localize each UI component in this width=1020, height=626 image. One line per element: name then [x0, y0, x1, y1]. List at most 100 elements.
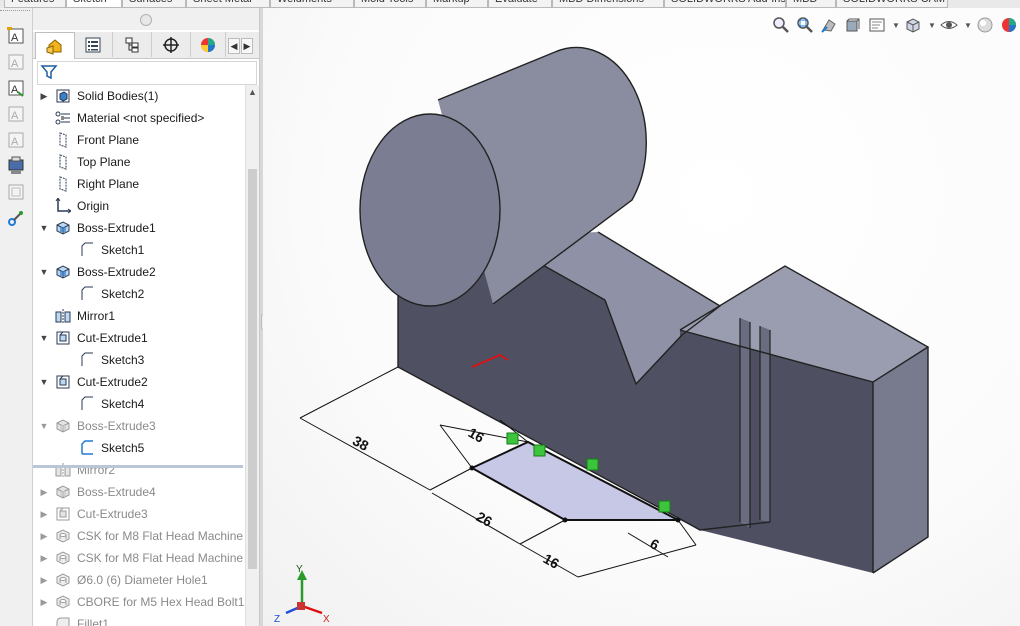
scroll-up-icon[interactable]: ▲ [246, 85, 259, 99]
command-tab-mbd[interactable]: MBD [786, 0, 836, 8]
boss-extrude-icon [55, 220, 71, 236]
expand-arrow-icon[interactable]: ▶ [39, 547, 49, 569]
collapse-arrow-icon[interactable]: ▼ [39, 327, 49, 349]
tree-item-front-plane[interactable]: Front Plane [33, 129, 245, 151]
expand-arrow-icon[interactable]: ▶ [39, 481, 49, 503]
svg-text:A: A [11, 32, 19, 44]
expand-arrow-icon[interactable]: ▶ [39, 591, 49, 613]
tree-item-boss-extrude4[interactable]: ▶ Boss-Extrude4 [33, 481, 245, 503]
configuration-manager-icon [125, 37, 139, 52]
collapse-arrow-icon[interactable]: ▼ [39, 415, 49, 437]
tree-item-label: Boss-Extrude1 [77, 221, 156, 235]
command-tab-surfaces[interactable]: Surfaces [122, 0, 186, 8]
tab-scroll-right[interactable]: ▶ [241, 38, 253, 54]
tree-item-label: Sketch4 [101, 397, 145, 411]
midpoint-relation-icon[interactable] [658, 500, 671, 513]
tree-item-sketch5[interactable]: Sketch5 [33, 437, 245, 459]
display-manager-tab[interactable] [191, 32, 226, 57]
expand-arrow-icon[interactable]: ▶ [39, 503, 49, 525]
dimension-6[interactable]: 6 [647, 535, 662, 553]
tree-item-label: Sketch3 [101, 353, 145, 367]
collapse-arrow-icon[interactable]: ▼ [39, 217, 49, 239]
tree-item-boss-extrude3[interactable]: ▼ Boss-Extrude3 [33, 415, 245, 437]
boss-extrude-icon [55, 264, 71, 280]
tree-item-mirror1[interactable]: Mirror1 [33, 305, 245, 327]
collapse-arrow-icon[interactable]: ▼ [39, 371, 49, 393]
tree-item-csk-for-m8-flat-head-machine[interactable]: ▶ CSK for M8 Flat Head Machine [33, 547, 245, 569]
tree-item-label: Cut-Extrude1 [77, 331, 148, 345]
tree-item-boss-extrude2[interactable]: ▼ Boss-Extrude2 [33, 261, 245, 283]
dimension-16-top[interactable]: 16 [466, 424, 488, 446]
dimension-16-bottom[interactable]: 16 [541, 550, 563, 572]
tree-item-right-plane[interactable]: Right Plane [33, 173, 245, 195]
tree-filter-box[interactable] [37, 61, 257, 85]
quick-snaps-icon[interactable] [6, 156, 26, 176]
tree-item-label: Boss-Extrude3 [77, 419, 156, 433]
tree-item-sketch1[interactable]: Sketch1 [33, 239, 245, 261]
tree-item-origin[interactable]: Origin [33, 195, 245, 217]
tree-item-mirror2[interactable]: Mirror2 [33, 459, 245, 481]
smart-dimension-icon[interactable]: A [6, 26, 26, 46]
vertical-relation-icon[interactable] [506, 432, 519, 445]
repair-sketch-icon[interactable]: A [6, 130, 26, 150]
auto-dimension-icon[interactable]: A [6, 52, 26, 72]
collapse-arrow-icon[interactable]: ▼ [39, 261, 49, 283]
tree-item-fillet1[interactable]: Fillet1 [33, 613, 245, 626]
command-tab-mbd-dimensions[interactable]: MBD Dimensions [552, 0, 664, 8]
dimxpert-manager-tab[interactable] [152, 32, 191, 57]
tree-item-label: CBORE for M5 Hex Head Bolt1 [77, 595, 245, 609]
tree-item-csk-for-m8-flat-head-machine[interactable]: ▶ CSK for M8 Flat Head Machine [33, 525, 245, 547]
command-tab-markup[interactable]: Markup [426, 0, 488, 8]
horizontal-relation-icon[interactable] [586, 458, 599, 471]
configuration-manager-tab[interactable] [113, 32, 152, 57]
tree-item-sketch3[interactable]: Sketch3 [33, 349, 245, 371]
instant2d-icon[interactable] [6, 208, 26, 228]
tree-item-cut-extrude1[interactable]: ▼ Cut-Extrude1 [33, 327, 245, 349]
tree-item-label: Ø6.0 (6) Diameter Hole1 [77, 573, 208, 587]
slot-face-2 [760, 326, 770, 522]
property-manager-tab[interactable] [74, 32, 113, 57]
tree-item-cut-extrude2[interactable]: ▼ Cut-Extrude2 [33, 371, 245, 393]
coincident-relation-icon[interactable] [533, 444, 546, 457]
command-tab-features[interactable]: Features [4, 0, 66, 8]
rollback-bar[interactable] [33, 465, 243, 468]
add-relation-icon[interactable]: A [6, 78, 26, 98]
svg-text:A: A [11, 84, 19, 96]
panel-grip[interactable] [140, 14, 152, 26]
command-tab-mold-tools[interactable]: Mold Tools [354, 0, 426, 8]
expand-arrow-icon[interactable]: ▶ [39, 85, 49, 107]
command-tab-solidworks-add-ins[interactable]: SOLIDWORKS Add-Ins [664, 0, 786, 8]
part-model[interactable]: 38 16 26 16 6 Y X Z [263, 8, 1020, 626]
boss-extrude-icon [55, 484, 71, 500]
feature-manager-tab[interactable] [35, 32, 75, 59]
display-relations-icon[interactable]: A [6, 104, 26, 124]
graphics-area[interactable]: ▼ ▼ ▼ 38 16 26 16 6 Y X Z [263, 8, 1020, 626]
tree-scrollbar[interactable]: ▲ [245, 85, 259, 626]
reference-triad: Y X Z [274, 564, 330, 625]
cut-extrude-icon [55, 330, 71, 346]
scroll-thumb[interactable] [248, 169, 257, 569]
tree-item-material-not-specified[interactable]: Material <not specified> [33, 107, 245, 129]
expand-arrow-icon[interactable]: ▶ [39, 525, 49, 547]
dimension-38[interactable]: 38 [350, 432, 372, 454]
dimension-26[interactable]: 26 [474, 508, 496, 530]
tab-scroll-left[interactable]: ◀ [228, 38, 240, 54]
rapid-sketch-icon[interactable] [6, 182, 26, 202]
command-tab-sketch[interactable]: Sketch [66, 0, 122, 8]
tree-item-top-plane[interactable]: Top Plane [33, 151, 245, 173]
command-tab-solidworks-cam[interactable]: SOLIDWORKS CAM [836, 0, 948, 8]
tree-item-sketch2[interactable]: Sketch2 [33, 283, 245, 305]
sketch-active-icon [79, 440, 95, 456]
command-tab-evaluate[interactable]: Evaluate [488, 0, 552, 8]
toolbar-grip[interactable] [0, 10, 30, 15]
tree-item-cut-extrude3[interactable]: ▶ Cut-Extrude3 [33, 503, 245, 525]
command-tab-weldments[interactable]: Weldments [270, 0, 354, 8]
expand-arrow-icon[interactable]: ▶ [39, 569, 49, 591]
command-tab-sheet-metal[interactable]: Sheet Metal [186, 0, 270, 8]
tree-item-sketch4[interactable]: Sketch4 [33, 393, 245, 415]
tree-item-boss-extrude1[interactable]: ▼ Boss-Extrude1 [33, 217, 245, 239]
tree-item-solid-bodies-1[interactable]: ▶ Solid Bodies(1) [33, 85, 245, 107]
tree-item-6-0-6-diameter-hole1[interactable]: ▶ Ø6.0 (6) Diameter Hole1 [33, 569, 245, 591]
tree-item-cbore-for-m5-hex-head-bolt1[interactable]: ▶ CBORE for M5 Hex Head Bolt1 [33, 591, 245, 613]
tree-item-label: Mirror2 [77, 463, 115, 477]
